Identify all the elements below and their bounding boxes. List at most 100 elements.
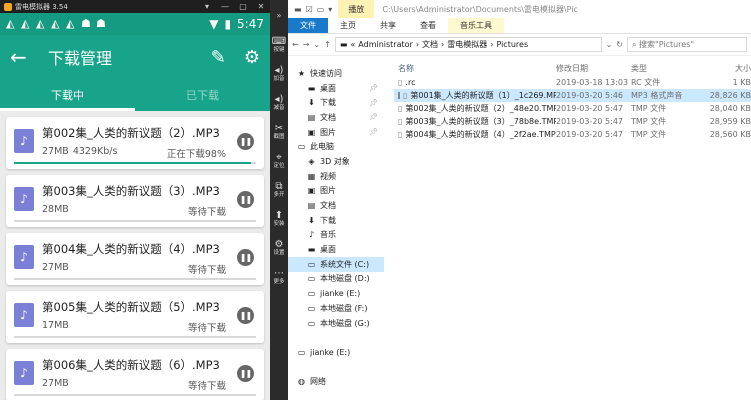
file-row[interactable]: ▯ 第003集_人类的新议题（3）_78b8e.TMP 2019-03-20 5:4…	[394, 115, 751, 128]
pause-icon[interactable]: ❚❚	[237, 191, 254, 208]
column-name[interactable]: 名称	[394, 63, 556, 74]
sidebar-collapse-icon[interactable]: »	[270, 0, 288, 30]
nav-item[interactable]: ▬ 桌面	[288, 242, 384, 257]
new-folder-icon[interactable]: ▭	[317, 5, 325, 14]
breadcrumb-item[interactable]: 雷电模拟器	[447, 39, 487, 50]
column-date[interactable]: 修改日期	[556, 63, 631, 74]
nav-item[interactable]: ▣ 图片 📌︎	[288, 125, 384, 140]
status-time: 5:47	[237, 17, 264, 31]
sidebar-button[interactable]: ⚙ 设置	[270, 233, 288, 262]
file-list: 名称 修改日期 类型 大小 ▯ .rc 2019-03-18 13:03 RC 文件 1…	[394, 60, 751, 400]
nav-item[interactable]: ⬇ 下载	[288, 213, 384, 228]
properties-icon[interactable]: ☑	[306, 5, 313, 14]
ribbon-tab-share[interactable]: 共享	[368, 18, 408, 33]
nav-item[interactable]: ◈ 3D 对象	[288, 154, 384, 169]
nav-item[interactable]: ▦ 视频	[288, 169, 384, 184]
sidebar-button-icon: ⌨	[271, 35, 287, 47]
file-row[interactable]: ▯ 第001集_人类的新议题（1）_1c269.MP3 2019-03-20 5:4…	[394, 89, 751, 102]
sidebar-button[interactable]: ⌨ 按键	[270, 30, 288, 59]
nav-item-label: jianke (E:)	[320, 289, 361, 299]
nav-item[interactable]: ★ 快速访问	[288, 66, 384, 81]
nav-item-icon: ◈	[308, 156, 315, 166]
nav-item[interactable]: ▭ jianke (E:)	[288, 286, 384, 301]
emulator-close-button[interactable]: ✕	[252, 2, 270, 11]
refresh-icon[interactable]: ↻	[616, 40, 623, 49]
download-item[interactable]: ♪ 第006集_人类的新议题（6）.MP3 27MB 等待下载 ❚❚	[6, 349, 264, 400]
sidebar-button[interactable]: ◂) 加音	[270, 59, 288, 88]
nav-item[interactable]: ♪ 音乐	[288, 228, 384, 243]
file-checkbox[interactable]	[398, 92, 400, 99]
sidebar-button[interactable]: ⬆ 安装	[270, 204, 288, 233]
nav-item[interactable]: ▭ 本地磁盘 (G:)	[288, 316, 384, 331]
emulator-maximize-button[interactable]: ▢	[234, 2, 252, 11]
recent-dropdown-icon[interactable]: ⌄	[313, 40, 320, 49]
up-icon[interactable]: ↑	[324, 40, 331, 49]
tab-downloading[interactable]: 下载中	[0, 79, 135, 111]
nav-item[interactable]: ▬ 桌面 📌︎	[288, 81, 384, 96]
breadcrumb-item[interactable]: Administrator	[358, 40, 413, 49]
pin-icon[interactable]: 📌︎	[369, 113, 378, 121]
column-size[interactable]: 大小	[709, 63, 751, 74]
nav-item[interactable]: ▤ 文档 📌︎	[288, 110, 384, 125]
pause-icon[interactable]: ❚❚	[237, 365, 254, 382]
search-input[interactable]: ⌕ 搜索"Pictures"	[627, 37, 747, 52]
column-type[interactable]: 类型	[631, 63, 709, 74]
file-row[interactable]: ▯ 第004集_人类的新议题（4）_2f2ae.TMP 2019-03-20 5:4…	[394, 128, 751, 141]
breadcrumb-item[interactable]: 文档	[422, 39, 438, 50]
tab-downloaded[interactable]: 已下载	[135, 79, 270, 111]
settings-gear-icon[interactable]: ⚙	[244, 47, 260, 68]
nav-item-label: 下载	[320, 215, 336, 225]
nav-item[interactable]: ⬇ 下载 📌︎	[288, 95, 384, 110]
file-name: 第004集_人类的新议题（4）_2f2ae.TMP	[405, 130, 556, 139]
file-row[interactable]: ▯ 第002集_人类的新议题（2）_48e20.TMP 2019-03-20 5:4…	[394, 102, 751, 115]
forward-nav-icon[interactable]: →	[303, 40, 310, 49]
back-arrow-icon[interactable]: ←	[10, 45, 34, 69]
nav-item[interactable]: ▣ 图片	[288, 184, 384, 199]
emulator-minimize-button[interactable]: —	[216, 2, 234, 11]
sidebar-button[interactable]: ⋯ 更多	[270, 262, 288, 291]
breadcrumb-item[interactable]: Pictures	[496, 40, 528, 49]
nav-item[interactable]: ▭ 此电脑	[288, 139, 384, 154]
notification-icon: ◭	[36, 17, 45, 30]
pin-icon[interactable]: 📌︎	[369, 84, 378, 92]
ribbon-tab-music-tools[interactable]: 音乐工具	[448, 18, 504, 33]
nav-item[interactable]: ◍ 网络	[288, 374, 384, 389]
pin-icon[interactable]: 📌︎	[369, 99, 378, 107]
back-nav-icon[interactable]: ←	[292, 40, 299, 49]
sidebar-button[interactable]: ✂ 截图	[270, 117, 288, 146]
dropdown-icon[interactable]: ▾	[328, 5, 332, 14]
nav-item[interactable]: ▤ 文档	[288, 198, 384, 213]
download-item[interactable]: ♪ 第004集_人类的新议题（4）.MP3 27MB 等待下载 ❚❚	[6, 233, 264, 285]
sidebar-button[interactable]: ◂) 减音	[270, 88, 288, 117]
sidebar-button-icon: ⌖	[276, 151, 282, 163]
pause-icon[interactable]: ❚❚	[237, 133, 254, 150]
context-tab-play[interactable]: 播放	[338, 0, 375, 18]
download-progress-bar	[14, 278, 256, 280]
sidebar-button-icon: ⬆	[274, 209, 284, 221]
nav-item[interactable]: ▭ 本地磁盘 (D:)	[288, 272, 384, 287]
sidebar-button-label: 按键	[273, 46, 285, 53]
download-item[interactable]: ♪ 第005集_人类的新议题（5）.MP3 17MB 等待下载 ❚❚	[6, 291, 264, 343]
nav-item-icon: ▤	[307, 201, 316, 211]
sidebar-button[interactable]: ⧉ 多开	[270, 175, 288, 204]
emulator-menu-button[interactable]: ▾	[198, 2, 216, 11]
ribbon-tab-home[interactable]: 主页	[328, 18, 368, 33]
file-date: 2019-03-20 5:47	[556, 104, 623, 113]
android-statusbar: ◭ ◭ ◭ ◭ ◭ ☗ ☗ ▼ ▮ 5:47	[0, 13, 270, 35]
nav-item[interactable]: ▭ 系统文件 (C:)	[288, 256, 384, 272]
pause-icon[interactable]: ❚❚	[237, 249, 254, 266]
window-path-title: C:\Users\Administrator\Documents\雷电模拟器\P…	[382, 4, 578, 14]
download-item[interactable]: ♪ 第002集_人类的新议题（2）.MP3 27MB 4329Kb/s 正在下载98% ❚…	[6, 117, 264, 169]
ribbon-tab-file[interactable]: 文件	[288, 18, 328, 33]
nav-item[interactable]: ▭ jianke (E:)	[288, 345, 384, 360]
file-row[interactable]: ▯ .rc 2019-03-18 13:03 RC 文件 1 KB	[394, 76, 751, 89]
pause-icon[interactable]: ❚❚	[237, 307, 254, 324]
ribbon-tab-view[interactable]: 查看	[408, 18, 448, 33]
pin-icon[interactable]: 📌︎	[369, 128, 378, 136]
address-bar[interactable]: ▬ « Administrator › 文档 › 雷电模拟器 › Picture…	[334, 37, 602, 52]
sidebar-button[interactable]: ⌖ 定位	[270, 146, 288, 175]
edit-icon[interactable]: ✎	[211, 47, 226, 68]
download-item[interactable]: ♪ 第003集_人类的新议题（3）.MP3 28MB 等待下载 ❚❚	[6, 175, 264, 227]
address-dropdown-icon[interactable]: ⌄	[606, 40, 613, 49]
nav-item[interactable]: ▭ 本地磁盘 (F:)	[288, 301, 384, 316]
